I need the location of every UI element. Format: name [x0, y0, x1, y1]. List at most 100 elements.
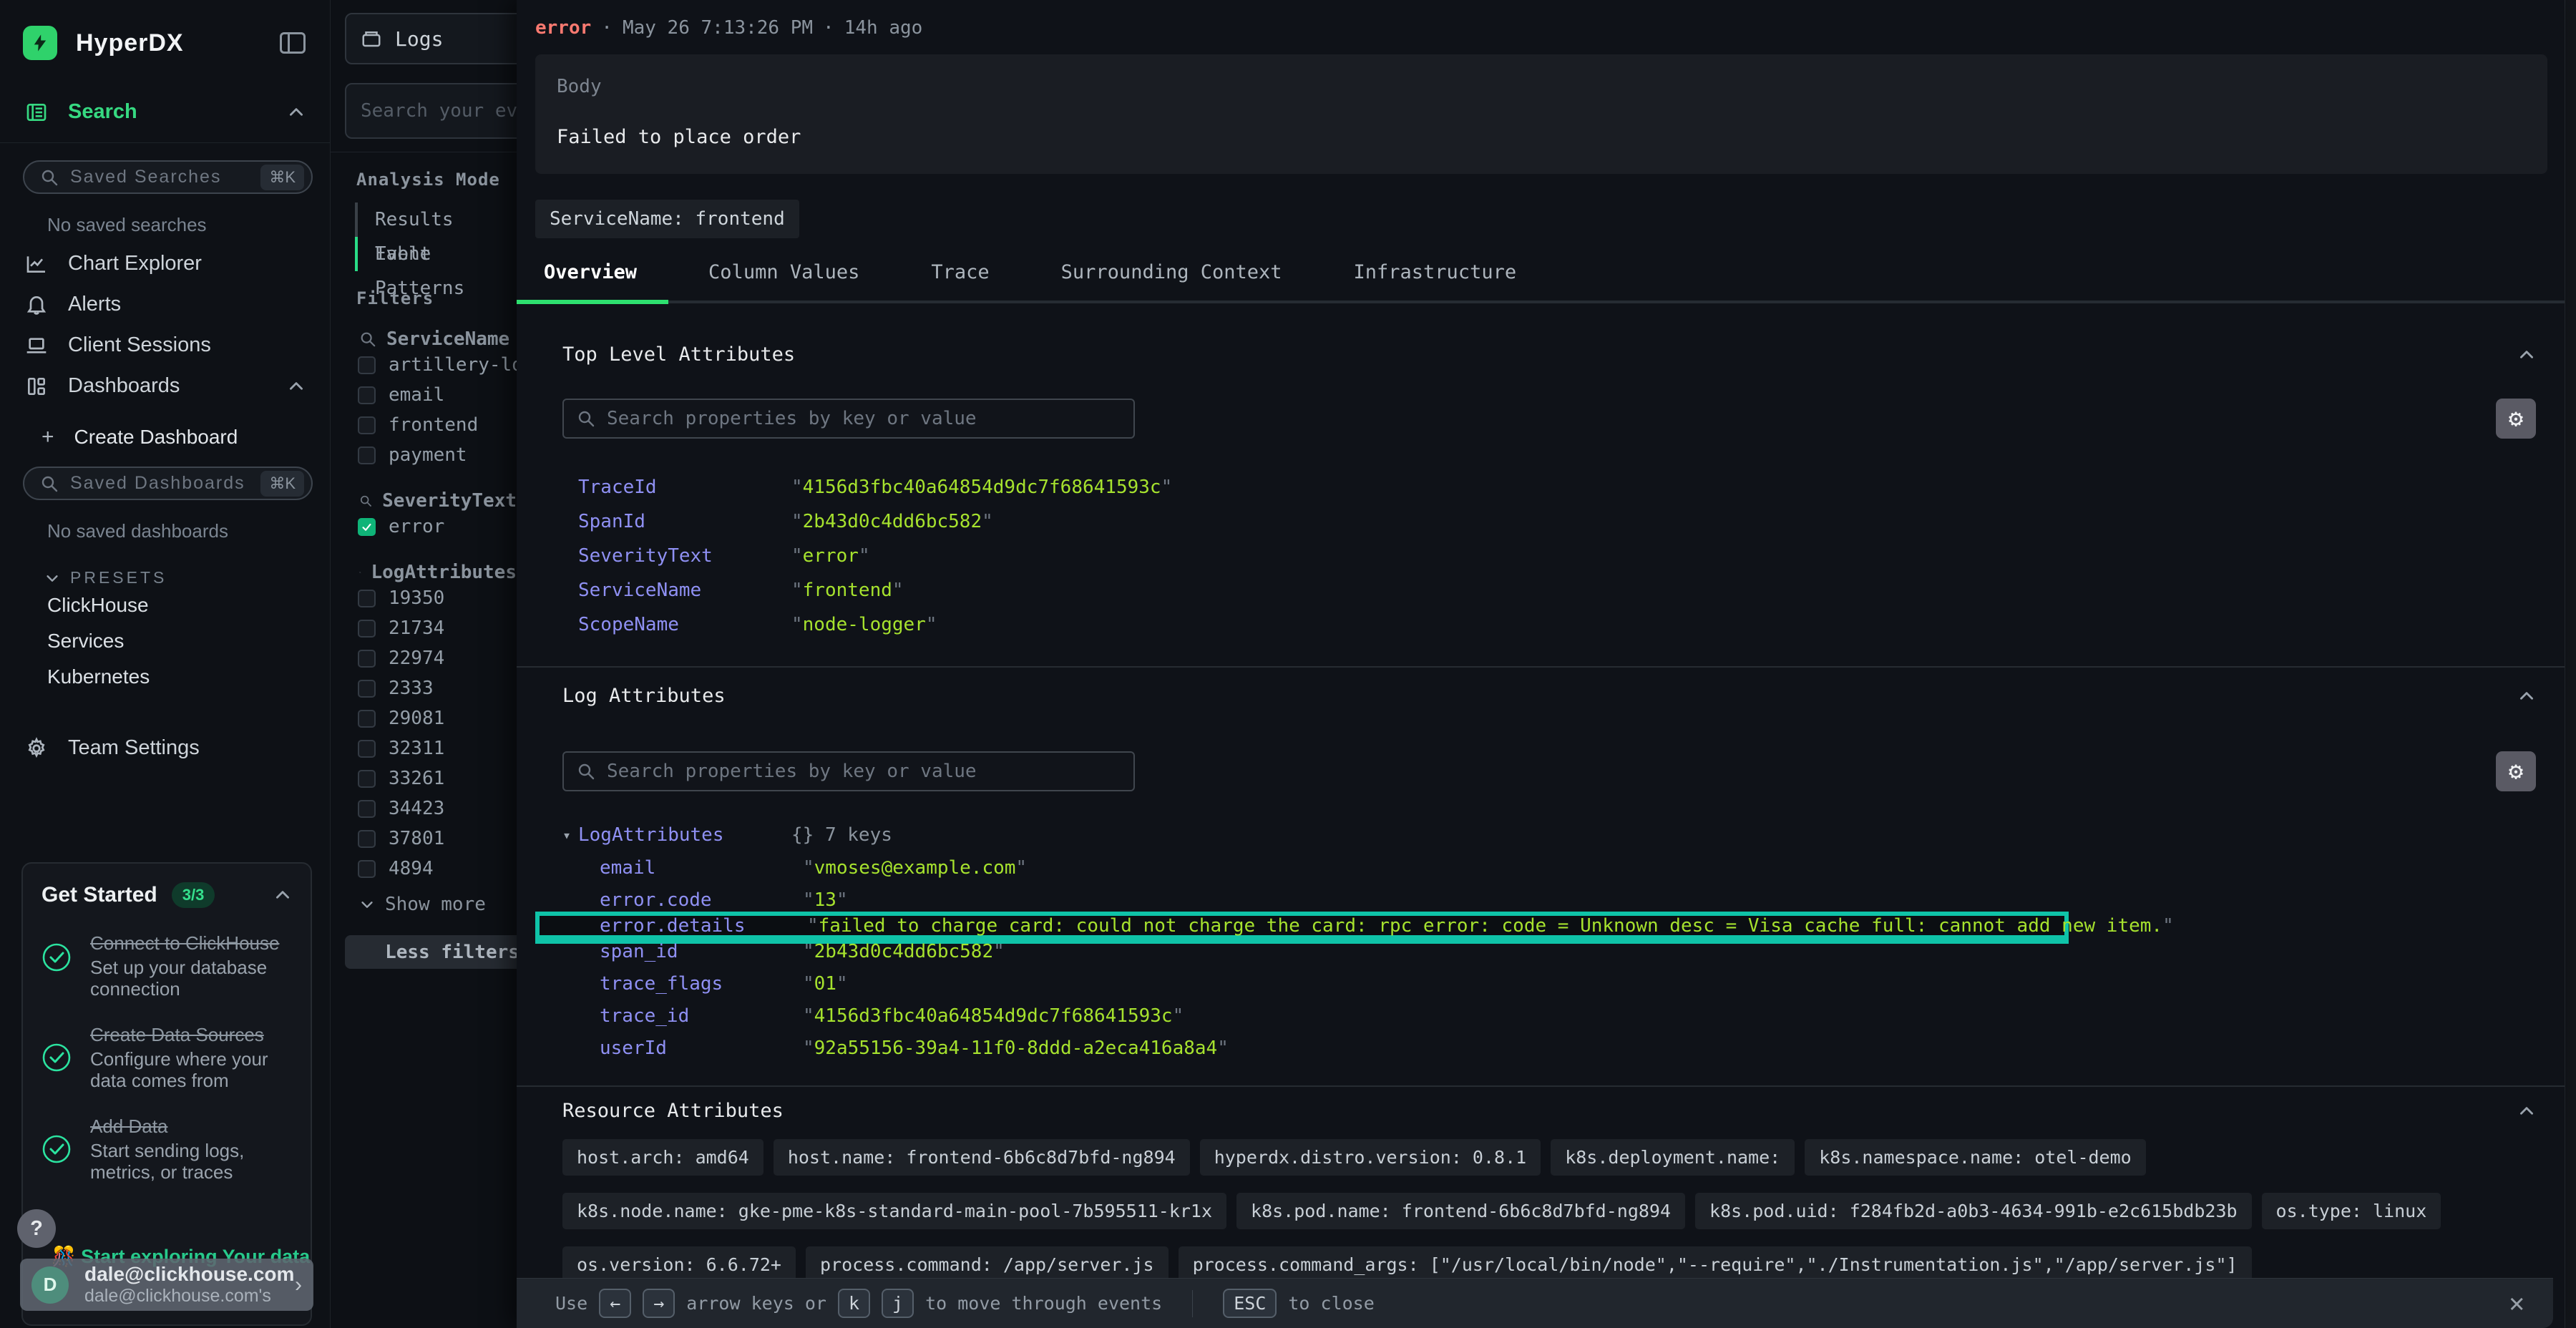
resource-attribute-chip[interactable]: k8s.node.name: gke-pme-k8s-standard-main… — [562, 1193, 1226, 1229]
filter-option[interactable]: 22974 — [358, 643, 517, 673]
checkbox[interactable] — [358, 446, 376, 464]
resource-attribute-chip[interactable]: k8s.namespace.name: otel-demo — [1805, 1139, 2146, 1176]
tab-trace[interactable]: Trace — [931, 261, 989, 283]
close-icon[interactable]: ✕ — [2509, 1289, 2524, 1318]
filter-option[interactable]: 21734 — [358, 613, 517, 643]
filter-option[interactable]: 33261 — [358, 763, 517, 794]
source-select-button[interactable]: Logs — [345, 13, 517, 64]
attribute-value[interactable]: "2b43d0c4dd6bc582" — [803, 941, 1005, 962]
checkbox[interactable] — [358, 416, 376, 434]
sidebar-item-client-sessions[interactable]: Dashboards Client Sessions — [0, 325, 330, 366]
presets-header[interactable]: PRESETS — [0, 550, 330, 587]
attribute-key[interactable]: SpanId — [562, 511, 791, 532]
tab-overview[interactable]: Overview — [544, 261, 637, 283]
checkbox[interactable] — [358, 650, 376, 668]
property-search-input[interactable]: Search properties by key or value — [562, 751, 1135, 791]
attribute-key[interactable]: userId — [600, 1038, 803, 1059]
attribute-key[interactable]: SeverityText — [562, 545, 791, 567]
checkbox[interactable] — [358, 356, 376, 374]
tab-column-values[interactable]: Column Values — [708, 261, 859, 283]
checkbox[interactable] — [358, 800, 376, 818]
filter-option[interactable]: 32311 — [358, 733, 517, 763]
sidebar-collapse-icon[interactable] — [280, 32, 306, 54]
resource-attribute-chip[interactable]: k8s.deployment.name: — [1551, 1139, 1795, 1176]
filter-option[interactable]: frontend — [358, 410, 517, 440]
sidebar-item-alerts[interactable]: Alerts — [0, 284, 330, 325]
attribute-value[interactable]: "node-logger" — [791, 614, 937, 635]
filter-group-header[interactable]: LogAttributes — [359, 562, 517, 583]
saved-searches-input[interactable]: Saved Searches ⌘K — [23, 160, 313, 194]
attribute-value[interactable]: "error" — [791, 545, 870, 567]
filter-option[interactable]: 2333 — [358, 673, 517, 703]
attribute-value[interactable]: "2b43d0c4dd6bc582" — [791, 511, 993, 532]
filter-option[interactable]: error — [358, 512, 517, 542]
collapse-triangle-icon[interactable]: ▾ — [562, 826, 578, 844]
attribute-value[interactable]: "92a55156-39a4-11f0-8ddd-a2eca416a8a4" — [803, 1038, 1229, 1059]
filter-option[interactable]: 4894 — [358, 854, 517, 884]
chevron-up-icon[interactable] — [287, 103, 306, 122]
get-started-item[interactable]: Create Data SourcesConfigure where your … — [42, 1024, 292, 1091]
filter-option[interactable]: email — [358, 380, 517, 410]
checkbox[interactable] — [358, 620, 376, 638]
resource-attribute-chip[interactable]: k8s.pod.name: frontend-6b6c8d7bfd-ng894 — [1236, 1193, 1685, 1229]
property-search-input[interactable]: Search properties by key or value — [562, 399, 1135, 439]
create-dashboard-button[interactable]: + Create Dashboard — [0, 406, 330, 449]
filter-option[interactable]: 29081 — [358, 703, 517, 733]
show-more-button[interactable]: Show more — [359, 889, 517, 919]
checkbox[interactable] — [358, 770, 376, 788]
checkbox[interactable] — [358, 860, 376, 878]
get-started-item[interactable]: Connect to ClickHouseSet up your databas… — [42, 932, 292, 1000]
saved-dashboards-input[interactable]: Saved Dashboards ⌘K — [23, 467, 313, 500]
checkbox[interactable] — [358, 680, 376, 698]
resource-attribute-chip[interactable]: hyperdx.distro.version: 0.8.1 — [1200, 1139, 1541, 1176]
user-menu[interactable]: D dale@clickhouse.com dale@clickhouse.co… — [20, 1259, 313, 1311]
chevron-up-icon[interactable] — [273, 886, 292, 904]
tab-surrounding-context[interactable]: Surrounding Context — [1061, 261, 1282, 283]
checkbox[interactable] — [358, 590, 376, 607]
attribute-key[interactable]: error.code — [600, 889, 803, 911]
log-attributes-root[interactable]: ▾ LogAttributes {} 7 keys — [562, 819, 2536, 851]
attribute-key[interactable]: ScopeName — [562, 614, 791, 635]
checkbox[interactable] — [358, 710, 376, 728]
get-started-item[interactable]: Add DataStart sending logs, metrics, or … — [42, 1115, 292, 1183]
sidebar-preset-item[interactable]: ClickHouse — [0, 587, 330, 623]
resource-attribute-chip[interactable]: os.type: linux — [2262, 1193, 2441, 1229]
filter-option[interactable]: artillery-loa — [358, 350, 517, 380]
filter-option[interactable]: 37801 — [358, 824, 517, 854]
analysis-mode-option[interactable]: Event Patterns — [355, 237, 517, 271]
attribute-key[interactable]: span_id — [600, 941, 803, 962]
attribute-value[interactable]: "frontend" — [791, 580, 904, 601]
attribute-value[interactable]: "01" — [803, 973, 848, 995]
settings-gear-button[interactable]: ⚙ — [2496, 751, 2536, 791]
settings-gear-button[interactable]: ⚙ — [2496, 399, 2536, 439]
chevron-up-icon[interactable] — [2517, 687, 2536, 706]
attribute-value[interactable]: "4156d3fbc40a64854d9dc7f68641593c" — [803, 1005, 1184, 1027]
tab-infrastructure[interactable]: Infrastructure — [1354, 261, 1517, 283]
analysis-mode-option[interactable]: Results Table — [355, 202, 517, 237]
filter-option[interactable]: 19350 — [358, 583, 517, 613]
attribute-value[interactable]: "13" — [803, 889, 848, 911]
attribute-value[interactable]: "failed to charge card: could not charge… — [807, 915, 2174, 937]
sidebar-item-search[interactable]: Search — [0, 92, 330, 132]
scrollbar-gutter[interactable] — [2565, 0, 2576, 1328]
attribute-key[interactable]: trace_id — [600, 1005, 803, 1027]
chevron-up-icon[interactable] — [287, 377, 306, 396]
sidebar-preset-item[interactable]: Kubernetes — [0, 659, 330, 695]
filter-option[interactable]: 34423 — [358, 794, 517, 824]
resource-attribute-chip[interactable]: host.name: frontend-6b6c8d7bfd-ng894 — [774, 1139, 1190, 1176]
service-name-chip[interactable]: ServiceName: frontend — [535, 200, 799, 238]
resource-attribute-chip[interactable]: k8s.pod.uid: f284fb2d-a0b3-4634-991b-e2c… — [1695, 1193, 2252, 1229]
less-filters-button[interactable]: Less filters — [345, 935, 517, 969]
filter-group-header[interactable]: SeverityText — [359, 490, 517, 512]
checkbox[interactable] — [358, 518, 376, 536]
attribute-key[interactable]: TraceId — [562, 477, 791, 498]
attribute-key[interactable]: ServiceName — [562, 580, 791, 601]
help-button[interactable]: ? — [17, 1209, 56, 1248]
attribute-key[interactable]: trace_flags — [600, 973, 803, 995]
attribute-key[interactable]: error.details — [600, 915, 807, 937]
attribute-value[interactable]: "vmoses@example.com" — [803, 857, 1027, 879]
resource-attribute-chip[interactable]: host.arch: amd64 — [562, 1139, 763, 1176]
event-search-input[interactable]: Search your ev — [345, 83, 517, 139]
sidebar-preset-item[interactable]: Services — [0, 623, 330, 659]
checkbox[interactable] — [358, 830, 376, 848]
